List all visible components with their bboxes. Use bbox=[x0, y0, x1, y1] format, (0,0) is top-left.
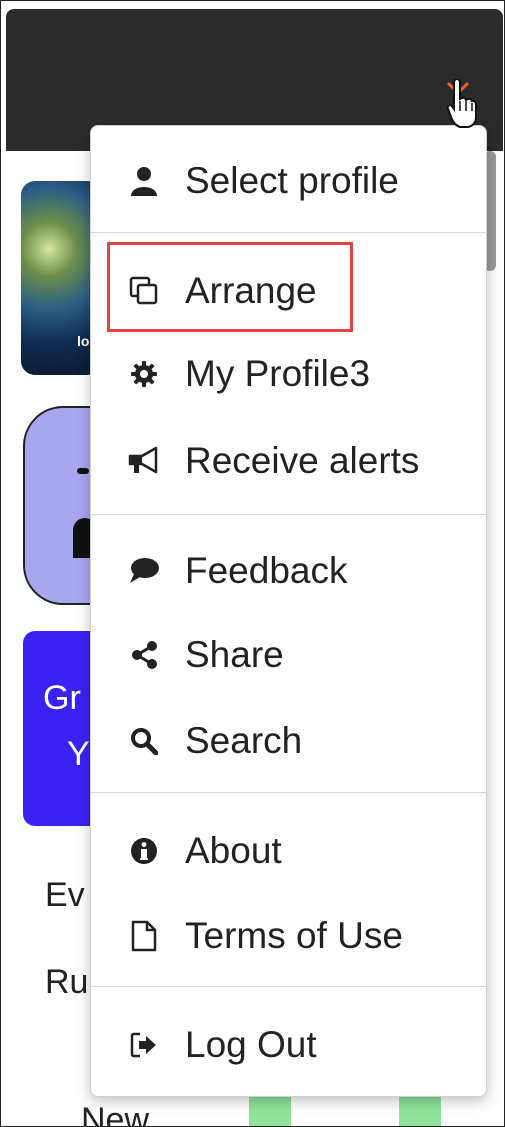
avatar-eye bbox=[77, 468, 89, 474]
gear-icon bbox=[127, 357, 161, 391]
menu-item-label: Arrange bbox=[185, 270, 317, 311]
menu-item-label: Share bbox=[185, 634, 284, 675]
menu-item-my-profile[interactable]: My Profile3 bbox=[91, 339, 486, 409]
menu-item-label: My Profile3 bbox=[185, 353, 371, 394]
hand-cursor-icon bbox=[446, 79, 477, 128]
map-thumbnail[interactable]: lo bbox=[21, 181, 101, 375]
search-icon bbox=[127, 724, 161, 758]
info-icon bbox=[127, 834, 161, 868]
menu-item-feedback[interactable]: Feedback bbox=[91, 536, 486, 606]
app-frame: lo Gr Y Ev Ru New Select profile Arrange bbox=[0, 0, 505, 1127]
menu-divider bbox=[91, 232, 486, 233]
menu-divider bbox=[91, 986, 486, 987]
background-row-new[interactable]: New bbox=[81, 1101, 149, 1126]
menu-item-arrange[interactable]: Arrange bbox=[91, 256, 486, 326]
megaphone-icon bbox=[127, 444, 161, 478]
thumbnail-label: lo bbox=[77, 333, 90, 349]
logout-icon bbox=[127, 1028, 161, 1062]
menu-item-label: Log Out bbox=[185, 1024, 317, 1065]
menu-divider bbox=[91, 514, 486, 515]
menu-item-log-out[interactable]: Log Out bbox=[91, 1010, 486, 1080]
user-icon bbox=[127, 164, 161, 198]
background-row-ev[interactable]: Ev bbox=[45, 876, 85, 915]
menu-item-about[interactable]: About bbox=[91, 816, 486, 886]
share-icon bbox=[127, 638, 161, 672]
comment-icon bbox=[127, 554, 161, 588]
menu-item-label: Search bbox=[185, 720, 303, 761]
copy-icon bbox=[127, 274, 161, 308]
profile-dropdown-menu: Select profile Arrange My Profile3 Recei… bbox=[90, 125, 487, 1097]
menu-item-terms-of-use[interactable]: Terms of Use bbox=[91, 901, 486, 971]
file-icon bbox=[127, 919, 161, 953]
background-row-ru[interactable]: Ru bbox=[45, 963, 88, 1002]
menu-item-label: Select profile bbox=[185, 160, 399, 201]
purple-button-line2: Y bbox=[67, 735, 90, 773]
menu-item-label: Terms of Use bbox=[185, 915, 403, 956]
purple-button-line1: Gr bbox=[43, 679, 81, 717]
menu-divider bbox=[91, 792, 486, 793]
menu-item-label: Receive alerts bbox=[185, 440, 420, 481]
menu-item-search[interactable]: Search bbox=[91, 706, 486, 776]
menu-item-label: Feedback bbox=[185, 550, 348, 591]
menu-item-select-profile[interactable]: Select profile bbox=[91, 146, 486, 216]
menu-item-share[interactable]: Share bbox=[91, 620, 486, 690]
menu-item-receive-alerts[interactable]: Receive alerts bbox=[91, 426, 486, 496]
menu-item-label: About bbox=[185, 830, 282, 871]
